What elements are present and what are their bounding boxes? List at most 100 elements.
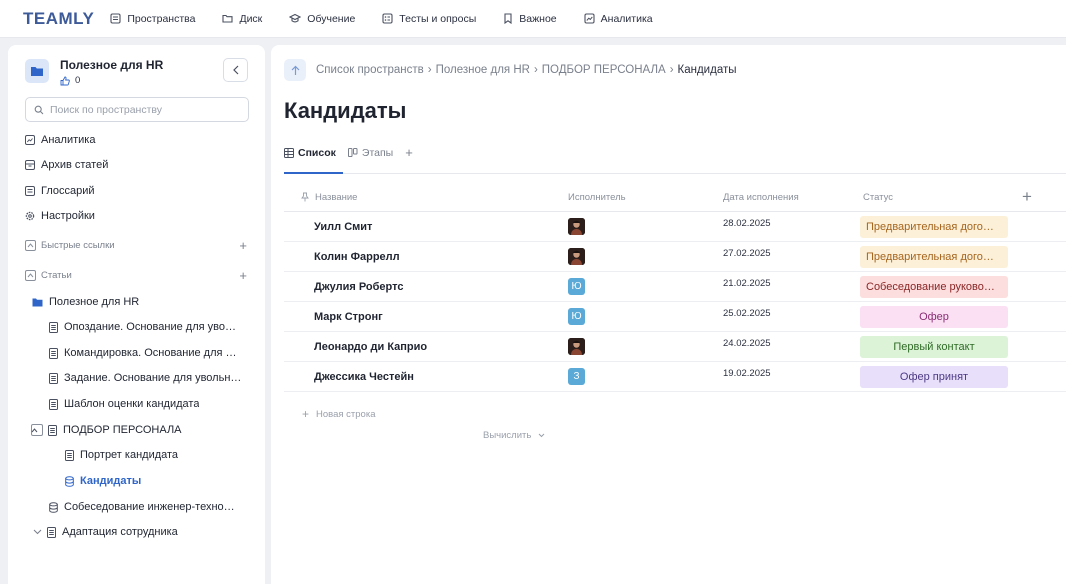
menu-item-glossary[interactable]: Глоссарий xyxy=(25,185,95,197)
expand-icon xyxy=(25,240,36,251)
tree-item-recruitment[interactable]: ПОДБОР ПЕРСОНАЛА xyxy=(31,424,251,436)
new-row-button[interactable]: + Новая строка xyxy=(302,407,375,421)
nav-item-spaces[interactable]: Пространства xyxy=(110,13,195,25)
candidate-name[interactable]: Джулия Робертс xyxy=(314,281,403,293)
nav-item-learning[interactable]: Обучение xyxy=(289,13,355,25)
section-articles[interactable]: Статьи + xyxy=(25,268,247,283)
table-header: Название Исполнитель Дата исполнения Ста… xyxy=(284,183,1066,212)
nav-item-analytics[interactable]: Аналитика xyxy=(584,13,653,25)
settings-icon xyxy=(25,211,35,221)
expand-icon xyxy=(25,270,36,281)
space-title[interactable]: Полезное для HR xyxy=(60,59,163,71)
chevron-down-icon xyxy=(538,433,545,438)
menu-item-archive[interactable]: Архив статей xyxy=(25,159,108,171)
thumbs-up-icon xyxy=(60,76,70,85)
tree-item-article[interactable]: Опоздание. Основание для уво… xyxy=(49,321,251,333)
breadcrumb-link[interactable]: ПОДБОР ПЕРСОНАЛА xyxy=(542,64,666,76)
page-title: Кандидаты xyxy=(284,98,407,123)
status-badge[interactable]: Предварительная дого… xyxy=(860,215,1008,238)
document-icon xyxy=(49,321,58,333)
avatar[interactable] xyxy=(568,218,585,235)
status-badge[interactable]: Предварительная дого… xyxy=(860,245,1008,268)
candidate-name[interactable]: Уилл Смит xyxy=(314,221,372,233)
tree-item-article[interactable]: Задание. Основание для увольн… xyxy=(49,372,251,384)
add-link-button[interactable]: + xyxy=(239,238,247,253)
tree-item-portrait[interactable]: Портрет кандидата xyxy=(65,449,178,461)
tree-item-space-root[interactable]: Полезное для HR xyxy=(32,296,139,308)
table-row[interactable]: Колин Фаррелл 27.02.2025 Предварительная д… xyxy=(284,242,1066,272)
candidates-table: Название Исполнитель Дата исполнения Ста… xyxy=(284,183,1066,392)
add-column-button[interactable]: + xyxy=(1022,187,1032,207)
due-date[interactable]: 28.02.2025 xyxy=(723,218,771,229)
add-article-button[interactable]: + xyxy=(239,268,247,283)
status-badge[interactable]: Собеседование руково… xyxy=(860,275,1008,298)
spaces-icon xyxy=(110,13,121,24)
nav-item-tests[interactable]: Тесты и опросы xyxy=(382,13,476,25)
nav-item-important[interactable]: Важное xyxy=(503,13,557,25)
chevron-down-icon[interactable] xyxy=(33,529,42,535)
avatar[interactable]: Ю xyxy=(568,308,585,325)
tab-list[interactable]: Список xyxy=(284,147,336,159)
avatar[interactable] xyxy=(568,338,585,355)
due-date[interactable]: 24.02.2025 xyxy=(723,338,771,349)
calculate-button[interactable]: Вычислить xyxy=(483,430,545,441)
folder-icon xyxy=(32,298,43,307)
candidate-name[interactable]: Колин Фаррелл xyxy=(314,251,400,263)
tabs-divider xyxy=(284,173,1066,174)
table-row[interactable]: Джулия Робертс Ю 21.02.2025 Собеседование р… xyxy=(284,272,1066,302)
collapse-sidebar-button[interactable] xyxy=(223,58,248,82)
column-header-date[interactable]: Дата исполнения xyxy=(723,192,799,203)
menu-label: Глоссарий xyxy=(41,185,95,197)
go-up-button[interactable] xyxy=(284,59,306,81)
pin-icon[interactable] xyxy=(301,192,309,202)
teamly-logo[interactable]: TEAMLY xyxy=(23,9,94,29)
tree-item-article[interactable]: Шаблон оценки кандидата xyxy=(49,398,251,410)
candidate-name[interactable]: Леонардо ди Каприо xyxy=(314,341,427,353)
column-header-name[interactable]: Название xyxy=(315,192,357,203)
calculate-label: Вычислить xyxy=(483,430,532,441)
section-label: Статьи xyxy=(41,270,72,281)
column-header-assignee[interactable]: Исполнитель xyxy=(568,192,626,203)
avatar[interactable] xyxy=(568,248,585,265)
menu-item-settings[interactable]: Настройки xyxy=(25,210,95,222)
breadcrumb-link[interactable]: Полезное для HR xyxy=(436,64,530,76)
collapse-icon[interactable] xyxy=(31,424,43,436)
candidate-name[interactable]: Джессика Честейн xyxy=(314,371,414,383)
due-date[interactable]: 19.02.2025 xyxy=(723,368,771,379)
due-date[interactable]: 27.02.2025 xyxy=(723,248,771,259)
tree-label: Опоздание. Основание для уво… xyxy=(64,321,236,333)
tree-label: ПОДБОР ПЕРСОНАЛА xyxy=(63,424,182,436)
view-tabs: Список Этапы + xyxy=(284,145,413,160)
search-input[interactable] xyxy=(50,103,240,116)
chevron-left-icon xyxy=(232,65,238,75)
document-icon xyxy=(47,526,56,538)
table-row[interactable]: Марк Стронг Ю 25.02.2025 Офер xyxy=(284,302,1066,332)
nav-item-disk[interactable]: Диск xyxy=(222,13,262,25)
due-date[interactable]: 25.02.2025 xyxy=(723,308,771,319)
section-quick-links[interactable]: Быстрые ссылки + xyxy=(25,238,247,253)
space-search[interactable] xyxy=(25,97,249,122)
menu-item-analytics[interactable]: Аналитика xyxy=(25,134,95,146)
space-folder-icon xyxy=(25,59,49,83)
tree-item-interview[interactable]: Собеседование инженер-техно… xyxy=(49,501,251,513)
nav-label: Обучение xyxy=(307,12,356,25)
status-badge[interactable]: Офер xyxy=(860,305,1008,328)
tree-item-article[interactable]: Командировка. Основание для … xyxy=(49,347,251,359)
tree-item-adaptation[interactable]: Адаптация сотрудника xyxy=(33,526,251,538)
tab-stages[interactable]: Этапы xyxy=(347,147,393,159)
table-row[interactable]: Джессика Честейн З 19.02.2025 Офер принят xyxy=(284,362,1066,392)
avatar[interactable]: Ю xyxy=(568,278,585,295)
add-view-button[interactable]: + xyxy=(405,145,413,160)
table-row[interactable]: Уилл Смит 28.02.2025 Предварительная дого… xyxy=(284,212,1066,242)
status-badge[interactable]: Офер принят xyxy=(860,365,1008,388)
column-header-status[interactable]: Статус xyxy=(863,192,893,203)
candidate-name[interactable]: Марк Стронг xyxy=(314,311,383,323)
avatar[interactable]: З xyxy=(568,368,585,385)
status-badge[interactable]: Первый контакт xyxy=(860,335,1008,358)
space-likes[interactable]: 0 xyxy=(60,75,163,86)
table-row[interactable]: Леонардо ди Каприо 24.02.2025 Первый конта… xyxy=(284,332,1066,362)
due-date[interactable]: 21.02.2025 xyxy=(723,278,771,289)
breadcrumb-link[interactable]: Список пространств xyxy=(316,64,424,76)
tree-item-candidates[interactable]: Кандидаты xyxy=(65,475,141,487)
nav-label: Пространства xyxy=(127,12,196,25)
